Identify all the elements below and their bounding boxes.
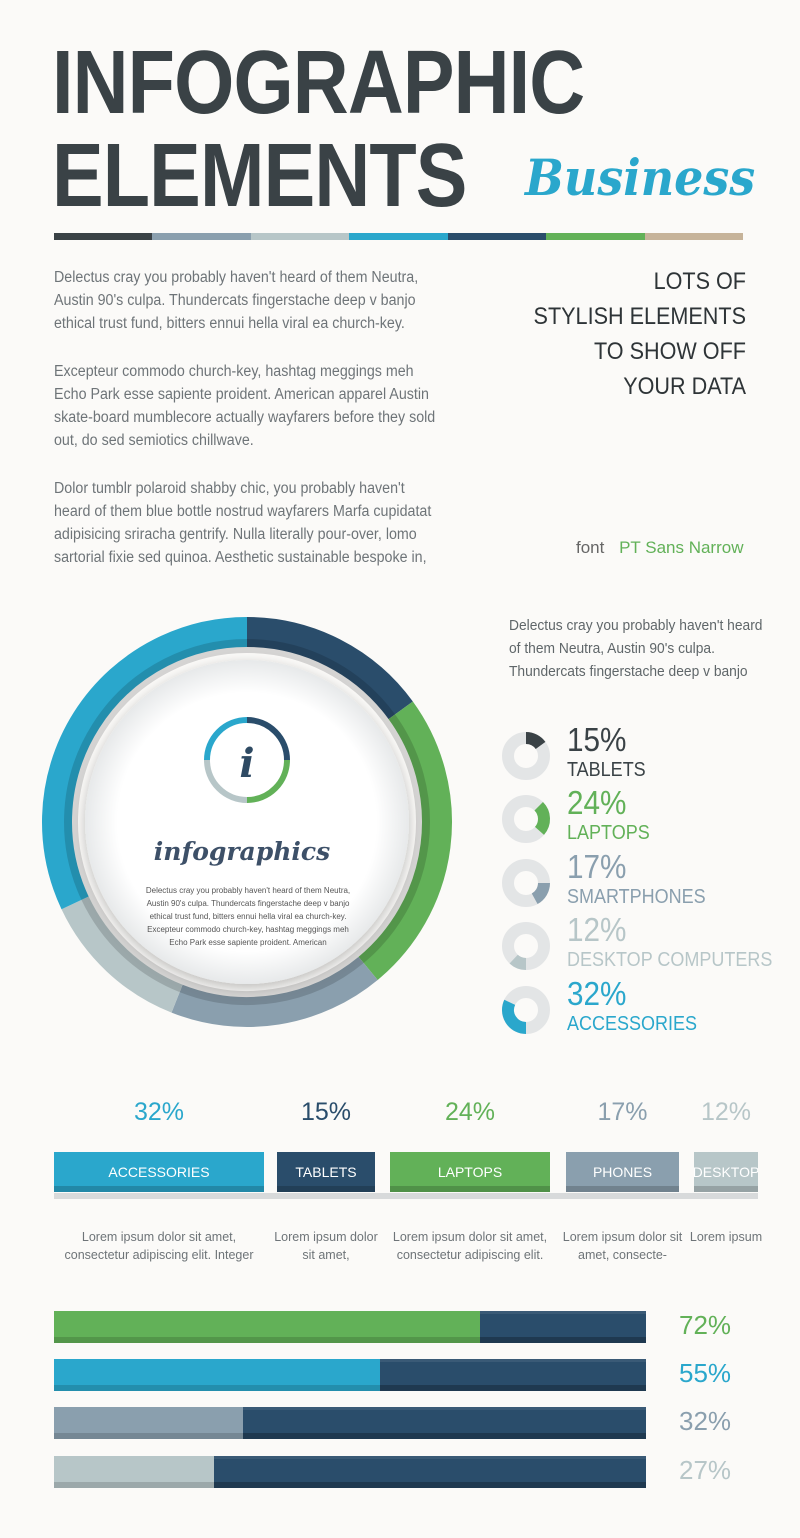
ring-body-text: Delectus cray you probably haven't heard… — [145, 886, 351, 947]
progress-bar-fill — [54, 1407, 244, 1439]
title-line-2: ELEMENTS — [52, 126, 467, 226]
legend-label: TABLETS — [567, 759, 646, 781]
tagline-line: LOTS OF — [653, 268, 746, 295]
stripe-navy — [447, 233, 547, 240]
tab-value: 12% — [700, 1098, 752, 1126]
progress-bar-value: 27% — [679, 1455, 732, 1485]
tab-value: 17% — [597, 1098, 648, 1126]
progress-bar-fill — [54, 1311, 481, 1343]
legend-item: 24% LAPTOPS — [500, 785, 800, 853]
intro-paragraph-3: Dolor tumblr polaroid shabby chic, you p… — [54, 480, 432, 566]
legend-label: ACCESSORIES — [567, 1013, 698, 1035]
font-value: PT Sans Narrow — [619, 538, 744, 557]
legend-donut-slice — [534, 802, 550, 835]
progress-bar-value: 72% — [679, 1310, 732, 1340]
legend-item: 17% SMARTPHONES — [500, 849, 800, 917]
legend-item: 32% ACCESSORIES — [500, 976, 800, 1044]
legend-donut-slice — [531, 882, 550, 905]
stripe-tan — [644, 233, 743, 240]
tab-bar: DESKTOP — [694, 1152, 758, 1192]
legend-value: 12% — [567, 911, 627, 948]
tagline-line: STYLISH ELEMENTS — [533, 303, 746, 330]
tab-bar: PHONES — [566, 1152, 679, 1192]
progress-bar-fill — [54, 1456, 214, 1488]
font-info: font PT Sans Narrow — [576, 538, 744, 558]
tab-baseline — [54, 1193, 758, 1199]
legend-item: 12% DESKTOP COMPUTERS — [500, 912, 800, 980]
big-ring-chart: i infographics — [42, 617, 452, 1027]
stripe-green — [546, 233, 645, 240]
side-paragraph: Delectus cray you probably haven't heard… — [509, 617, 763, 680]
legend-value: 24% — [567, 784, 627, 821]
tab-bar: LAPTOPS — [390, 1152, 550, 1192]
progress-bar-track — [54, 1311, 646, 1343]
intro-paragraph-1: Delectus cray you probably haven't heard… — [54, 269, 419, 332]
legend-label: SMARTPHONES — [567, 886, 706, 908]
progress-bar-track — [54, 1407, 646, 1439]
tab-description: Lorem ipsum — [689, 1230, 763, 1244]
tagline: LOTS OF STYLISH ELEMENTS TO SHOW OFF YOU… — [512, 264, 746, 404]
progress-bar-track — [54, 1359, 646, 1391]
color-stripe — [54, 233, 743, 240]
tab-bar: TABLETS — [277, 1152, 375, 1192]
stripe-cyan — [349, 233, 448, 240]
legend-donut-slice — [525, 732, 546, 750]
stripe-light-grey — [250, 233, 350, 240]
progress-bar-fill — [54, 1359, 380, 1391]
tagline-line: YOUR DATA — [623, 373, 746, 400]
tagline-line: TO SHOW OFF — [593, 338, 746, 365]
legend-value: 15% — [567, 721, 627, 758]
legend-donut — [502, 795, 550, 843]
ring-title: infographics — [154, 837, 330, 866]
legend-donut — [502, 732, 550, 780]
legend-donut-slice — [509, 954, 527, 970]
tab-description: Lorem ipsum dolor sit amet, consectetur … — [64, 1230, 254, 1262]
title-line-1: INFOGRAPHIC — [52, 33, 585, 133]
business-script-title: Business — [525, 148, 756, 207]
tab-description: Lorem ipsum dolor sit amet, consecte- — [562, 1230, 683, 1262]
stripe-dark — [54, 233, 153, 240]
legend-label: LAPTOPS — [567, 822, 650, 844]
tab-value: 24% — [444, 1098, 496, 1126]
tab-description: Lorem ipsum dolor sit amet, — [274, 1230, 378, 1262]
font-label: font — [576, 538, 605, 557]
legend-donut — [502, 922, 550, 970]
legend-donut-slice — [502, 999, 527, 1034]
legend-label: DESKTOP COMPUTERS — [567, 949, 773, 971]
tab-bar: ACCESSORIES — [54, 1152, 264, 1192]
tab-description: Lorem ipsum dolor sit amet, consectetur … — [392, 1230, 548, 1262]
legend-donut — [502, 859, 550, 907]
stripe-grey-blue — [152, 233, 251, 240]
legend-donut — [502, 986, 550, 1034]
legend-value: 17% — [567, 848, 627, 885]
tab-value: 15% — [300, 1098, 352, 1126]
progress-bar-value: 32% — [679, 1406, 732, 1436]
intro-paragraph-2: Excepteur commodo church-key, hashtag me… — [54, 363, 436, 449]
tab-value: 32% — [133, 1098, 185, 1126]
legend-value: 32% — [567, 975, 627, 1012]
progress-bar-track — [54, 1456, 646, 1488]
progress-bar-value: 55% — [679, 1358, 732, 1388]
info-icon: i — [239, 740, 254, 787]
legend-item: 15% TABLETS — [500, 722, 800, 790]
